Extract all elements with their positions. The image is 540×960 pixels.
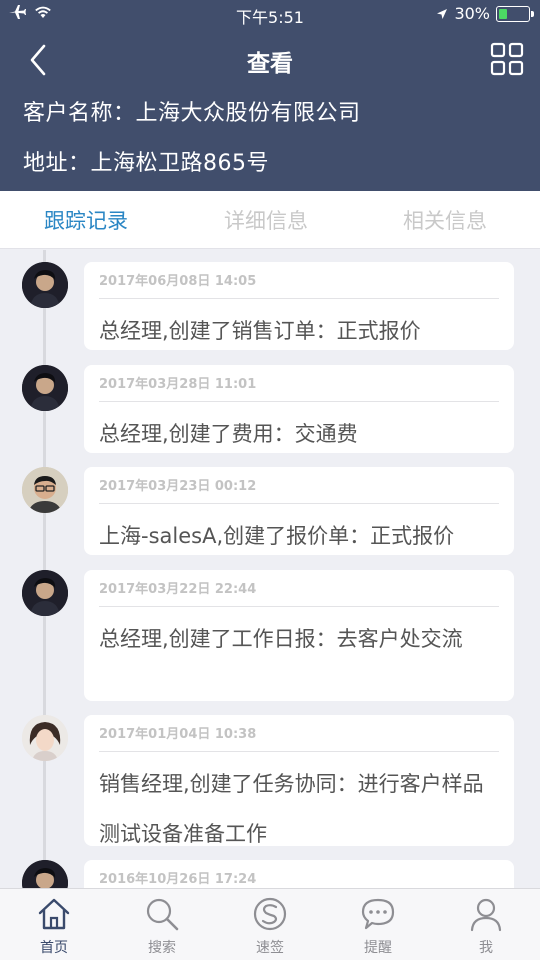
tab-related[interactable]: 相关信息 bbox=[403, 205, 487, 235]
activity-card[interactable]: 2017年01月04日 10:38 销售经理,创建了任务协同：进行客户样品测试设… bbox=[84, 715, 514, 846]
card-text: 总经理,创建了销售订单：正式报价 bbox=[99, 319, 421, 343]
grid-icon[interactable] bbox=[490, 42, 524, 76]
chat-bubble-icon bbox=[361, 898, 395, 930]
activity-card[interactable]: 2016年10月26日 17:24 bbox=[84, 860, 514, 888]
card-text: 上海-salesA,创建了报价单：正式报价 bbox=[99, 524, 455, 548]
card-divider bbox=[99, 401, 499, 402]
card-date: 2017年01月04日 10:38 bbox=[99, 727, 257, 742]
card-divider bbox=[99, 751, 499, 752]
avatar bbox=[22, 715, 68, 761]
activity-card[interactable]: 2017年03月22日 22:44 总经理,创建了工作日报：去客户处交流 bbox=[84, 570, 514, 701]
card-date: 2017年03月23日 00:12 bbox=[99, 479, 257, 494]
timeline-list[interactable]: 2017年06月08日 14:05 总经理,创建了销售订单：正式报价 2017年… bbox=[0, 250, 540, 888]
card-date: 2017年03月28日 11:01 bbox=[99, 377, 257, 392]
tab-details[interactable]: 详细信息 bbox=[224, 205, 308, 235]
status-bar: 下午5:51 30% bbox=[0, 0, 540, 28]
card-date: 2016年10月26日 17:24 bbox=[99, 872, 257, 887]
bottom-tab-bar: 首页 搜索 速签 提醒 我 bbox=[0, 888, 540, 960]
activity-card[interactable]: 2017年03月23日 00:12 上海-salesA,创建了报价单：正式报价 bbox=[84, 467, 514, 555]
status-right: 30% bbox=[436, 4, 534, 23]
avatar bbox=[22, 262, 68, 308]
person-icon bbox=[470, 898, 502, 932]
tabbar-reminder[interactable]: 提醒 bbox=[324, 895, 432, 957]
avatar bbox=[22, 860, 68, 888]
tabbar-me[interactable]: 我 bbox=[432, 895, 540, 957]
battery-percent: 30% bbox=[454, 4, 490, 23]
tabbar-label: 提醒 bbox=[364, 940, 392, 956]
tabbar-quick-sign[interactable]: 速签 bbox=[216, 895, 324, 957]
card-text: 销售经理,创建了任务协同：进行客户样品测试设备准备工作 bbox=[99, 772, 484, 846]
activity-card[interactable]: 2017年03月28日 11:01 总经理,创建了费用：交通费 bbox=[84, 365, 514, 453]
customer-name: 客户名称：上海大众股份有限公司 bbox=[23, 101, 361, 126]
avatar bbox=[22, 570, 68, 616]
card-text: 总经理,创建了工作日报：去客户处交流 bbox=[99, 627, 463, 651]
tabbar-label: 搜索 bbox=[148, 940, 176, 956]
tabbar-label: 速签 bbox=[256, 940, 284, 956]
customer-address: 地址：上海松卫路865号 bbox=[23, 151, 269, 176]
nav-bar: 查看 bbox=[0, 36, 540, 86]
quick-sign-icon bbox=[253, 897, 287, 931]
card-date: 2017年06月08日 14:05 bbox=[99, 274, 257, 289]
search-icon bbox=[146, 898, 179, 931]
card-date: 2017年03月22日 22:44 bbox=[99, 582, 257, 597]
card-divider bbox=[99, 503, 499, 504]
timeline-line bbox=[43, 250, 46, 888]
page-title: 查看 bbox=[247, 51, 293, 77]
tabbar-search[interactable]: 搜索 bbox=[108, 895, 216, 957]
battery-icon bbox=[496, 5, 534, 22]
battery-fill bbox=[499, 8, 507, 19]
tabbar-label: 首页 bbox=[40, 940, 68, 956]
card-divider bbox=[99, 606, 499, 607]
tabbar-home[interactable]: 首页 bbox=[0, 895, 108, 957]
header: 下午5:51 30% 查看 客户名称：上海大众股份有限公司 地址：上海松卫路86… bbox=[0, 0, 540, 191]
avatar bbox=[22, 467, 68, 513]
card-text: 总经理,创建了费用：交通费 bbox=[99, 422, 358, 446]
activity-card[interactable]: 2017年06月08日 14:05 总经理,创建了销售订单：正式报价 bbox=[84, 262, 514, 350]
tab-tracking-records[interactable]: 跟踪记录 bbox=[44, 205, 128, 235]
home-icon bbox=[38, 898, 70, 930]
segment-tabs: 跟踪记录 详细信息 相关信息 bbox=[0, 191, 540, 249]
location-arrow-icon bbox=[437, 8, 448, 19]
avatar bbox=[22, 365, 68, 411]
card-divider bbox=[99, 298, 499, 299]
tabbar-label: 我 bbox=[479, 940, 493, 956]
